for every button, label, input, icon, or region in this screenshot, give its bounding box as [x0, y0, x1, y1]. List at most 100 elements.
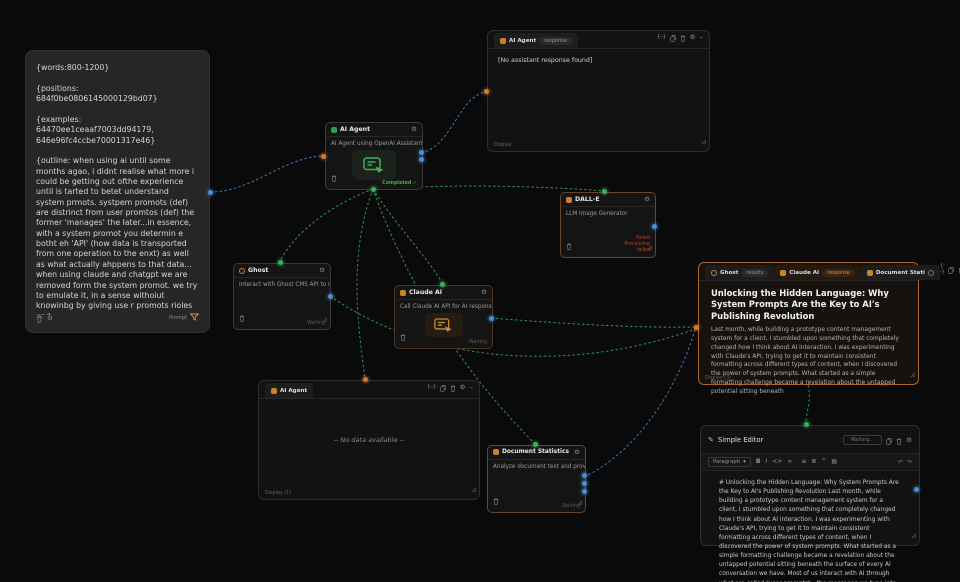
- tab-ghost-results[interactable]: Ghost results: [705, 265, 774, 280]
- editor-body[interactable]: # Unlocking the Hidden Language: Why Sys…: [701, 471, 919, 582]
- gear-icon[interactable]: ⚙: [906, 436, 912, 444]
- port-ai-agent-flow-output[interactable]: [371, 187, 376, 192]
- braces-icon[interactable]: {--}: [940, 263, 944, 275]
- port-docstats-output-1[interactable]: [582, 473, 587, 478]
- tab-claude-response[interactable]: Claude AI response: [774, 265, 861, 280]
- port-dalle-output[interactable]: [652, 224, 657, 229]
- gear-icon[interactable]: ⚙: [47, 314, 53, 322]
- trash-icon[interactable]: [36, 308, 43, 327]
- gear-icon[interactable]: ⚙: [411, 126, 417, 133]
- ai-agent-header[interactable]: AI Agent ⚙: [326, 123, 422, 137]
- tab-ai-agent-response[interactable]: AI Agent response: [494, 33, 578, 48]
- paragraph-style-dropdown[interactable]: Paragraph ▾: [708, 457, 751, 467]
- port-docstats-input[interactable]: [533, 442, 538, 447]
- ghost-node[interactable]: Ghost ⚙ Interact with Ghost CMS API to r…: [233, 263, 331, 330]
- bullet-list-button[interactable]: ≡: [801, 459, 806, 465]
- trash-icon[interactable]: [566, 235, 572, 254]
- wire-claude-to-results[interactable]: [491, 318, 695, 327]
- wire-agent-to-response[interactable]: [421, 92, 485, 153]
- dalle-status: Failed Processing failed: [616, 236, 650, 254]
- resize-handle[interactable]: [910, 363, 916, 382]
- redo-button[interactable]: ↷: [907, 459, 912, 466]
- wire-prompt-to-agent[interactable]: [210, 156, 322, 192]
- stats-icon: [493, 449, 499, 455]
- link-button[interactable]: ∞: [787, 459, 792, 465]
- bold-button[interactable]: B: [756, 459, 761, 465]
- gear-icon[interactable]: ⚙: [460, 383, 466, 391]
- braces-icon[interactable]: {--}: [427, 384, 436, 390]
- port-ai-agent-input[interactable]: [321, 154, 326, 159]
- gear-icon[interactable]: ⚙: [574, 449, 580, 456]
- dalle-node[interactable]: DALL-E ⚙ LLM Image Generator Failed Proc…: [560, 192, 656, 258]
- port-display-input[interactable]: [363, 377, 368, 382]
- wire-agent-to-display[interactable]: [357, 189, 373, 378]
- ordered-list-button[interactable]: ≣: [811, 459, 816, 465]
- trash-icon[interactable]: [450, 377, 456, 396]
- undo-button[interactable]: ↶: [898, 459, 903, 466]
- claude-icon: [780, 270, 786, 276]
- port-ai-agent-output-1[interactable]: [419, 150, 424, 155]
- port-claude-output[interactable]: [489, 316, 494, 321]
- port-docstats-output-3[interactable]: [582, 489, 587, 494]
- resize-handle[interactable]: [577, 491, 583, 510]
- trash-icon[interactable]: [400, 326, 406, 345]
- port-ai-agent-output-2[interactable]: [419, 157, 424, 162]
- quote-button[interactable]: ▤: [831, 459, 837, 465]
- collapse-icon[interactable]: –: [470, 383, 474, 391]
- ai-agent-node[interactable]: AI Agent ⚙ AI Agent using OpenAI Assista…: [325, 122, 423, 190]
- port-docstats-output-2[interactable]: [582, 481, 587, 486]
- copy-icon[interactable]: [440, 377, 446, 396]
- trash-icon[interactable]: [896, 430, 902, 449]
- claude-header[interactable]: Claude AI ⚙: [395, 286, 492, 300]
- trash-icon[interactable]: [493, 490, 499, 509]
- copy-icon[interactable]: [670, 27, 676, 46]
- docstats-header[interactable]: Document Statistics ⚙: [488, 446, 585, 460]
- results-node[interactable]: Ghost results Claude AI response Documen…: [698, 262, 919, 385]
- copy-icon[interactable]: [886, 430, 892, 449]
- prompt-text[interactable]: {words:800-1200} {positions: 684f0be0806…: [36, 63, 199, 315]
- gear-icon[interactable]: ⚙: [481, 289, 487, 296]
- trash-icon[interactable]: [239, 307, 245, 326]
- gear-icon[interactable]: ⚙: [690, 33, 696, 41]
- resize-handle[interactable]: [471, 478, 477, 497]
- workflow-canvas[interactable]: {words:800-1200} {positions: 684f0be0806…: [0, 0, 960, 582]
- braces-icon[interactable]: {--}: [657, 34, 666, 40]
- port-claude-input[interactable]: [440, 282, 445, 287]
- wire-docstats-to-results[interactable]: [584, 330, 695, 477]
- port-dalle-input[interactable]: [602, 189, 607, 194]
- document-icon: [867, 270, 873, 276]
- gear-icon[interactable]: ⚙: [319, 267, 325, 274]
- resize-handle[interactable]: [701, 130, 707, 149]
- dalle-header[interactable]: DALL-E ⚙: [561, 193, 655, 207]
- trash-icon[interactable]: [331, 167, 337, 186]
- port-response-input[interactable]: [484, 89, 489, 94]
- simple-editor-node[interactable]: ✎ Simple Editor Waiting... ⚙ Paragraph ▾…: [700, 425, 920, 546]
- port-ghost-output[interactable]: [328, 294, 333, 299]
- port-editor-input-top[interactable]: [804, 422, 809, 427]
- italic-button[interactable]: I: [765, 459, 767, 465]
- resize-handle[interactable]: [647, 236, 653, 255]
- gear-icon[interactable]: ⚙: [644, 196, 650, 203]
- port-prompt-output[interactable]: [208, 190, 213, 195]
- resize-handle[interactable]: [911, 524, 917, 543]
- port-results-input[interactable]: [694, 325, 699, 330]
- ai-agent-display-node[interactable]: AI Agent {--} ⚙ – -- No data available -…: [258, 380, 480, 500]
- tab-ai-agent[interactable]: AI Agent: [265, 383, 313, 398]
- editor-header[interactable]: ✎ Simple Editor Waiting... ⚙: [701, 426, 919, 454]
- response-display-node[interactable]: AI Agent response {--} ⚙ – [No assistant…: [487, 30, 710, 152]
- ghost-header[interactable]: Ghost ⚙: [234, 264, 330, 278]
- trash-icon[interactable]: [680, 27, 686, 46]
- tab-document-statistics[interactable]: Document Stati: [861, 265, 940, 280]
- docstats-node[interactable]: Document Statistics ⚙ Analyze document t…: [487, 445, 586, 513]
- code-button[interactable]: <>: [772, 459, 782, 465]
- copy-icon[interactable]: [948, 259, 954, 278]
- chevron-circle-icon[interactable]: [928, 270, 934, 276]
- port-ghost-input[interactable]: [278, 260, 283, 265]
- port-editor-output[interactable]: [914, 487, 919, 492]
- superscript-button[interactable]: ^: [821, 459, 826, 465]
- claude-node[interactable]: Claude AI ⚙ Call Claude AI API for AI re…: [394, 285, 493, 349]
- claude-status: Waiting: [469, 340, 487, 345]
- collapse-icon[interactable]: –: [700, 33, 704, 41]
- prompt-node[interactable]: {words:800-1200} {positions: 684f0be0806…: [25, 50, 210, 333]
- resize-handle[interactable]: [322, 308, 328, 327]
